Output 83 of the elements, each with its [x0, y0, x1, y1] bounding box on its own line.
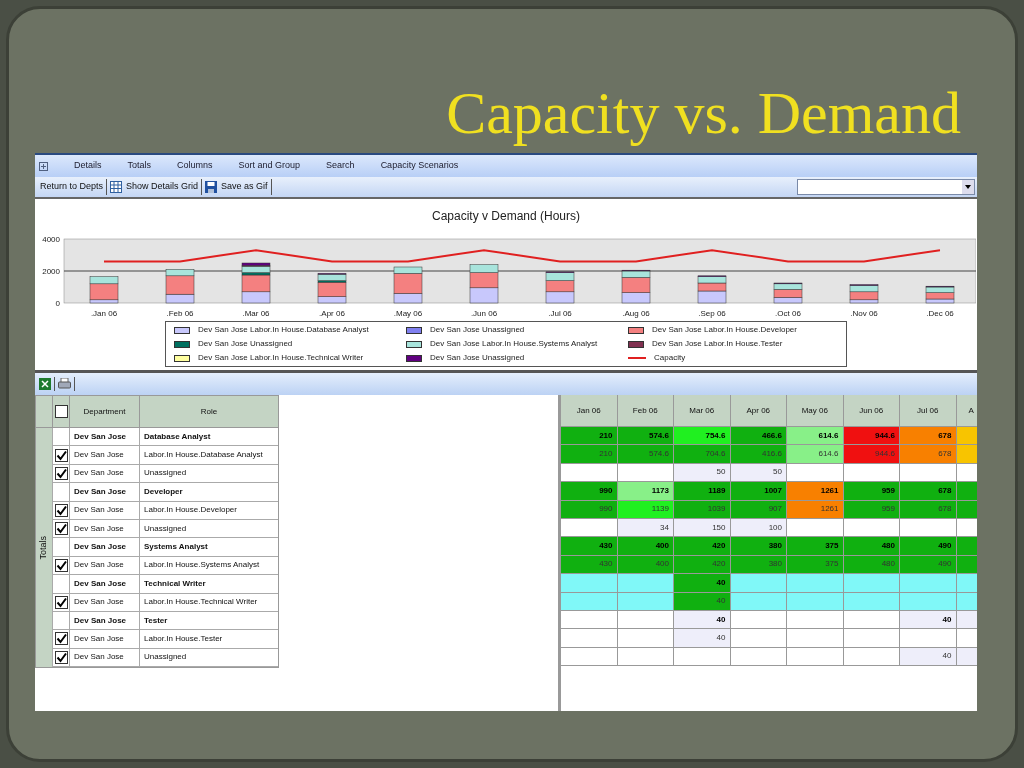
table-cell: 959	[843, 482, 900, 501]
table-cell: Dev San Jose	[70, 556, 140, 575]
y-tick-label: 2000	[42, 267, 60, 276]
table-cell: Dev San Jose	[70, 575, 140, 593]
table-cell: 1261	[787, 482, 844, 501]
table-cell: Dev San Jose	[70, 630, 140, 648]
table-cell: 704.6	[674, 445, 731, 464]
table-cell: 944.6	[843, 445, 900, 464]
x-tick-label: .Apr 06	[319, 309, 345, 318]
table-cell-text: Technical Writer	[143, 577, 207, 590]
legend-label: Dev San Jose Unassigned	[198, 338, 293, 350]
table-cell: 754.6	[674, 427, 731, 446]
y-tick-label: 4000	[42, 235, 60, 244]
table-cell: 614.6	[787, 427, 844, 446]
x-tick-label: .Sep 06	[698, 309, 726, 318]
table-cell: 40	[674, 574, 731, 593]
x-tick-label: .Oct 06	[775, 309, 801, 318]
x-tick-label: .Jan 06	[90, 309, 118, 318]
table-cell: 400	[617, 537, 674, 556]
table-cell: 466.6	[730, 427, 787, 446]
legend-label: Dev San Jose Labor.In House.Developer	[652, 324, 797, 336]
table-cell: 490	[900, 537, 957, 556]
chart-title: Capacity v Demand (Hours)	[431, 208, 581, 225]
table-cell: 678	[900, 445, 957, 464]
table-cell-text: Labor.In House.Technical Writer	[143, 596, 259, 609]
table-cell: 574.6	[617, 445, 674, 464]
x-tick-label: .May 06	[393, 309, 423, 318]
table-cell: 210	[561, 427, 618, 446]
totals-side-label: Totals	[36, 396, 52, 668]
legend-label: Capacity	[654, 352, 686, 364]
table-cell: 1189	[674, 482, 731, 501]
x-tick-label: .Jul 06	[548, 309, 572, 318]
table-cell: Dev San Jose	[70, 501, 140, 519]
legend-label: Dev San Jose Labor.In House.Technical Writer	[198, 352, 364, 364]
table-cell: 678	[900, 427, 957, 446]
table-cell: 210	[561, 445, 618, 464]
table-cell: 375	[787, 537, 844, 556]
legend-label: Dev San Jose Labor.In House.Systems Analyst	[430, 338, 598, 350]
y-tick-label: 0	[55, 299, 60, 308]
table-cell-text: Unassigned	[143, 651, 188, 664]
table-cell: 1007	[730, 482, 787, 501]
table-cell: Dev San Jose	[70, 446, 140, 464]
table-cell-text: Systems Analyst	[143, 541, 209, 554]
table-cell: Dev San Jose	[70, 519, 140, 538]
table-cell: 416.6	[730, 445, 787, 464]
x-tick-label: .Mar 06	[242, 309, 270, 318]
x-tick-label: .Dec 06	[926, 309, 954, 318]
table-cell-text: Developer	[143, 485, 184, 498]
table-cell: 944.6	[843, 427, 900, 446]
table-cell: 1173	[617, 482, 674, 501]
table-cell: 40	[674, 629, 731, 648]
table-cell: Dev San Jose	[70, 593, 140, 611]
slide-title: Capacity vs. Demand	[446, 79, 962, 148]
table-cell: Dev San Jose	[70, 464, 140, 483]
legend-label: Dev San Jose Unassigned	[430, 352, 525, 364]
legend-label: Dev San Jose Unassigned	[430, 324, 525, 336]
legend-label: Dev San Jose Labor.In House.Database Analyst	[198, 324, 369, 336]
table-cell: 990	[561, 482, 618, 501]
table-cell: Dev San Jose	[70, 428, 140, 446]
table-cell-text: Labor.In House.Systems Analyst	[143, 559, 261, 572]
table-cell: Dev San Jose	[70, 483, 140, 501]
table-cell-text: Labor.In House.Developer	[143, 504, 238, 517]
legend-label: Dev San Jose Labor.In House.Tester	[652, 338, 783, 350]
table-cell: 574.6	[617, 427, 674, 446]
table-cell-text: Labor.In House.Database Analyst	[143, 449, 264, 462]
x-tick-label: .Nov 06	[850, 309, 878, 318]
x-tick-label: .Jun 06	[470, 309, 498, 318]
table-cell: Dev San Jose	[70, 611, 140, 630]
table-cell: 678	[900, 482, 957, 501]
table-cell-text: Unassigned	[143, 467, 188, 480]
table-cell: 430	[561, 537, 618, 556]
table-cell-text: Tester	[143, 614, 169, 627]
table-cell-text: Labor.In House.Tester	[143, 633, 224, 645]
table-cell: Dev San Jose	[70, 538, 140, 556]
table-cell-text: Unassigned	[143, 522, 188, 535]
x-tick-label: .Aug 06	[622, 309, 650, 318]
table-cell-text: Database Analyst	[143, 430, 212, 443]
table-cell: 380	[730, 537, 787, 556]
table-cell: 480	[843, 537, 900, 556]
table-cell: 420	[674, 537, 731, 556]
table-cell: Dev San Jose	[70, 648, 140, 667]
table-cell: 614.6	[787, 445, 844, 464]
x-tick-label: .Feb 06	[166, 309, 194, 318]
